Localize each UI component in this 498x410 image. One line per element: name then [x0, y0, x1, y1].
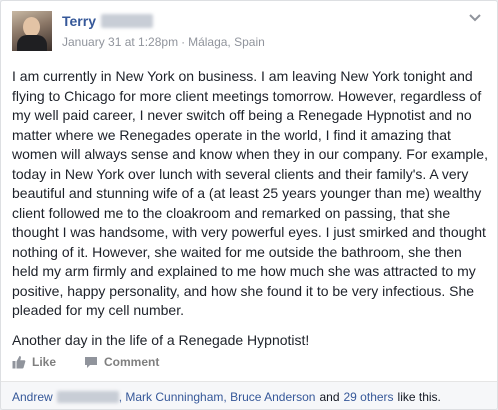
thumbs-up-icon [12, 356, 26, 369]
redacted-surname [100, 14, 153, 28]
post-header: Terry January 31 at 1:28pm · Málaga, Spa… [12, 11, 482, 55]
post-body: I am currently in New York on business. … [12, 67, 488, 350]
post-card: Terry January 31 at 1:28pm · Málaga, Spa… [0, 0, 498, 410]
likes-and-text: and [319, 389, 340, 404]
redacted-liker-surname [56, 390, 119, 403]
avatar-head [23, 17, 40, 37]
post-location[interactable]: Málaga, Spain [188, 35, 265, 49]
liker-first[interactable]: Andrew [12, 390, 53, 404]
author-name-row: Terry [62, 13, 153, 29]
post-meta: January 31 at 1:28pm · Málaga, Spain [62, 35, 265, 49]
likes-summary: Andrew , Mark Cunningham, Bruce Anderson… [1, 381, 497, 409]
like-button[interactable]: Like [12, 355, 56, 369]
meta-separator: · [181, 35, 186, 49]
author-name[interactable]: Terry [62, 13, 96, 29]
author-avatar[interactable] [12, 11, 52, 51]
chevron-down-icon[interactable] [468, 13, 482, 23]
liker-names[interactable]: , Mark Cunningham, Bruce Anderson [119, 390, 316, 404]
avatar-body [17, 35, 47, 51]
post-paragraph: Another day in the life of a Renegade Hy… [12, 331, 310, 348]
post-actions: Like Comment [12, 351, 187, 373]
comment-label: Comment [104, 355, 160, 369]
post-paragraph: I am currently in New York on business. … [12, 68, 488, 318]
like-label: Like [32, 355, 57, 369]
post-timestamp[interactable]: January 31 at 1:28pm [62, 35, 178, 49]
comment-button[interactable]: Comment [84, 355, 159, 369]
others-link[interactable]: 29 others [344, 390, 394, 404]
comment-icon [85, 356, 98, 368]
likes-suffix: like this. [397, 389, 441, 404]
